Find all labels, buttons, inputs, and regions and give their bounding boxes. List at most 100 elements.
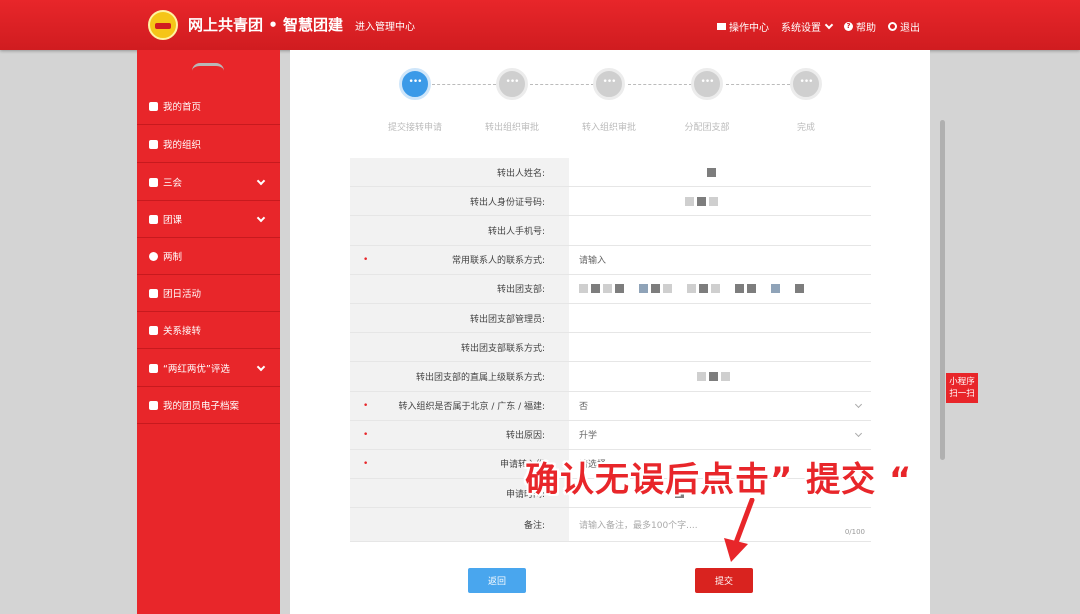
required-marker: • (363, 254, 369, 265)
field-label: • 转入组织是否属于北京 / 广东 / 福建: (350, 391, 569, 420)
sidebar-item-label: 我的首页 (163, 102, 202, 113)
ops-center-link[interactable]: 操作中心 (717, 19, 769, 34)
form-row: 转出团支部: (350, 274, 871, 304)
sidebar-item-label: 我的组织 (163, 140, 202, 151)
document-icon (149, 400, 158, 410)
field-label: 转出团支部管理员: (350, 303, 569, 333)
form-row: 转出人身份证号码: (350, 187, 871, 217)
mini-program-label: 小程序 (949, 377, 975, 387)
char-counter: 0/100 (844, 528, 865, 537)
label-text: 常用联系人的联系方式: (451, 256, 545, 267)
contact-input[interactable]: 请输入 (569, 245, 871, 274)
field-label: 转出团支部的直属上级联系方式: (350, 362, 569, 391)
help-link[interactable]: ? 帮助 (844, 19, 876, 34)
step-2-icon (496, 68, 528, 100)
logout-link[interactable]: 退出 (888, 19, 920, 34)
sidebar: 我的首页 我的组织 三会 团课 两制 团日活动 关系接转 “两红两优”评选 我的… (137, 50, 280, 614)
back-button[interactable]: 返回 (468, 568, 526, 593)
redacted-value (699, 284, 708, 294)
redacted-value (697, 371, 706, 381)
field-label: 转出团支部: (350, 274, 569, 303)
step-3-icon (593, 68, 625, 100)
sidebar-item-label: 团日活动 (163, 289, 202, 300)
redacted-value (711, 284, 720, 294)
sidebar-item-label: “两红两优”评选 (163, 364, 230, 375)
form-row: 备注: 请输入备注，最多100个字.... 0/100 (350, 508, 871, 543)
sidebar-item-label: 我的团员电子档案 (163, 401, 240, 412)
field-label: 转出人手机号: (350, 216, 569, 245)
sidebar-item-league-day[interactable]: 团日活动 (137, 275, 280, 312)
step-1-icon (399, 68, 431, 100)
scrollbar[interactable] (940, 120, 945, 460)
redacted-value (707, 167, 716, 177)
redacted-value (591, 284, 600, 294)
redacted-value (709, 196, 718, 206)
sidebar-item-evaluation[interactable]: “两红两优”评选 (137, 350, 280, 387)
branch-contact-field (569, 333, 871, 362)
redacted-value (639, 284, 648, 294)
circle-icon (149, 251, 158, 261)
top-nav: 操作中心 系统设置 ? 帮助 退出 (717, 19, 920, 34)
sidebar-item-label: 两制 (163, 252, 183, 263)
remark-placeholder: 请输入备注，最多100个字.... (579, 521, 698, 532)
label-text: 转出人身份证号码: (469, 197, 545, 208)
step-connector (432, 84, 496, 85)
label-text: 转出团支部管理员: (469, 314, 545, 325)
region-select[interactable]: 否 (569, 391, 871, 420)
sidebar-item-member-archive[interactable]: 我的团员电子档案 (137, 387, 280, 424)
redacted-value (795, 284, 804, 294)
recycle-icon (149, 288, 158, 298)
redacted-value (603, 284, 612, 294)
field-label: 转出人姓名: (350, 158, 569, 187)
form-row: 转出团支部的直属上级联系方式: (350, 362, 871, 392)
select-value: 否 (579, 402, 589, 413)
sidebar-item-transfer[interactable]: 关系接转 (137, 312, 280, 349)
step-5-icon (790, 68, 822, 100)
mini-program-badge[interactable]: 小程序 扫一扫 (946, 373, 978, 403)
ops-center-label: 操作中心 (729, 23, 769, 34)
step-label: 分配团支部 (684, 123, 730, 133)
required-marker: • (363, 400, 369, 411)
redacted-value (651, 284, 660, 294)
checkbox-icon (149, 177, 158, 187)
step-label: 转入组织审批 (581, 123, 636, 133)
step-connector (530, 84, 594, 85)
sidebar-item-three-meetings[interactable]: 三会 (137, 164, 280, 201)
form-row: 转出团支部联系方式: (350, 333, 871, 363)
id-number-field (569, 187, 871, 216)
progress-steps: 提交接转申请 转出组织审批 转入组织审批 分配团支部 完成 (290, 50, 930, 140)
form-row: 转出人姓名: (350, 158, 871, 188)
power-icon (888, 22, 897, 31)
step-4-icon (691, 68, 723, 100)
redacted-value (685, 196, 694, 206)
label-text: 转出团支部的直属上级联系方式: (415, 372, 545, 383)
sidebar-item-home[interactable]: 我的首页 (137, 88, 280, 125)
main-panel: 提交接转申请 转出组织审批 转入组织审批 分配团支部 完成 转出人姓名: 转出人… (290, 50, 930, 614)
settings-menu[interactable]: 系统设置 (781, 19, 834, 34)
step-label: 完成 (796, 123, 815, 133)
annotation-callout: 确认无误后点击” 提交 “ (525, 460, 913, 500)
submit-button[interactable]: 提交 (695, 568, 753, 593)
league-logo-icon (148, 10, 178, 40)
label-text: 转出原因: (505, 431, 545, 442)
phone-field (569, 216, 871, 245)
superior-contact-field (569, 362, 871, 391)
reason-select[interactable]: 升学 (569, 420, 871, 449)
label-text: 转入组织是否属于北京 / 广东 / 福建: (398, 402, 545, 413)
annotation-arrow-icon (724, 498, 755, 562)
step-label: 提交接转申请 (387, 123, 442, 133)
step-label: 转出组织审批 (484, 123, 539, 133)
logout-label: 退出 (900, 23, 920, 34)
sidebar-item-my-org[interactable]: 我的组织 (137, 126, 280, 163)
help-label: 帮助 (856, 23, 876, 34)
users-icon (149, 139, 158, 149)
folder-icon (149, 214, 158, 224)
admin-center-link[interactable]: 进入管理中心 (355, 18, 415, 33)
field-label: • 转出原因: (350, 420, 569, 449)
chevron-down-icon (256, 213, 266, 223)
label-text: 转出团支部联系方式: (460, 343, 545, 354)
form-row: • 转出原因: 升学 (350, 420, 871, 450)
sidebar-item-two-systems[interactable]: 两制 (137, 238, 280, 275)
sidebar-item-league-class[interactable]: 团课 (137, 201, 280, 238)
field-label: • 常用联系人的联系方式: (350, 245, 569, 274)
